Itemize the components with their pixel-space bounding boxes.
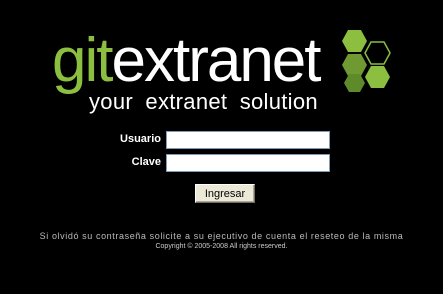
username-input[interactable] — [166, 131, 330, 149]
gitextranet-logo: gitextranet your extranet solution — [0, 0, 443, 120]
password-row: Clave — [0, 154, 443, 174]
username-row: Usuario — [0, 131, 443, 151]
brand-name-extranet: extranet — [111, 26, 321, 95]
login-page: gitextranet your extranet solution Usuar… — [0, 0, 443, 294]
brand-tagline: your extranet solution — [89, 89, 318, 114]
forgot-password-notice: Si olvidó su contraseña solicite a su ej… — [39, 231, 404, 241]
hexagon-cluster-icon — [342, 30, 391, 92]
username-label: Usuario — [120, 133, 161, 145]
hexagon-small — [344, 74, 365, 92]
hexagon-middle-right — [365, 66, 390, 88]
hexagon-middle-left — [342, 54, 367, 76]
copyright-text: Copyright © 2005-2008 All rights reserve… — [155, 243, 288, 250]
hexagon-outline — [364, 41, 391, 65]
brand-name: gitextranet — [52, 30, 322, 92]
password-label: Clave — [131, 156, 161, 168]
login-button[interactable]: Ingresar — [195, 184, 255, 203]
hexagon-top — [342, 30, 367, 52]
brand-name-git: git — [52, 26, 114, 95]
password-input[interactable] — [166, 154, 330, 172]
